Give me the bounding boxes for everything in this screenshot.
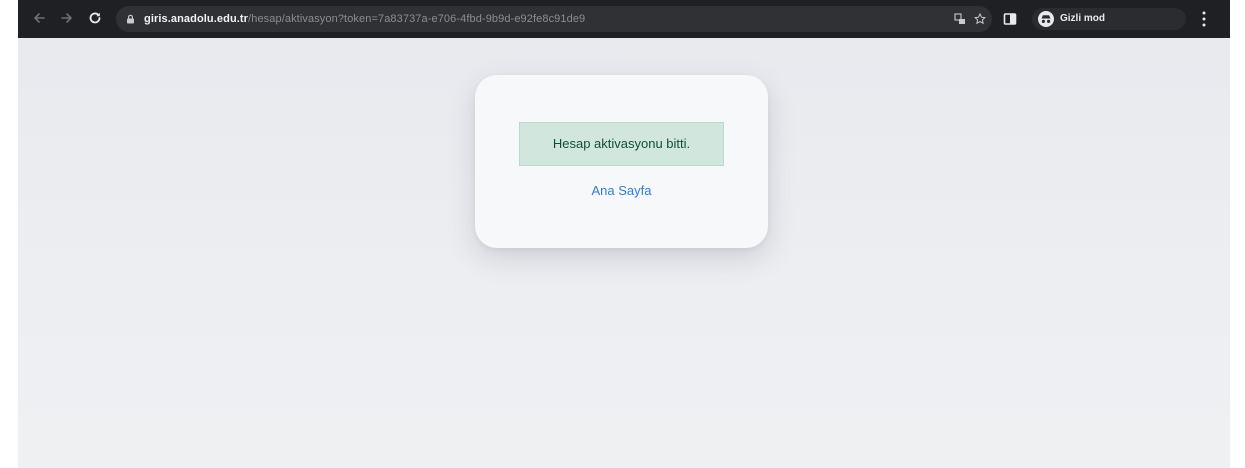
star-icon[interactable]	[974, 13, 986, 25]
side-panel-icon[interactable]	[1003, 12, 1017, 26]
reload-button[interactable]	[86, 9, 104, 27]
success-alert: Hesap aktivasyonu bitti.	[519, 122, 724, 166]
arrow-right-icon	[61, 13, 72, 23]
address-bar[interactable]: giris.anadolu.edu.tr/hesap/aktivasyon?to…	[116, 6, 992, 32]
browser-toolbar: giris.anadolu.edu.tr/hesap/aktivasyon?to…	[18, 0, 1230, 38]
arrow-left-icon	[34, 13, 45, 23]
incognito-profile-button[interactable]: Gizli mod	[1032, 8, 1186, 30]
url-host: giris.anadolu.edu.tr	[144, 13, 249, 25]
home-page-link[interactable]: Ana Sayfa	[475, 183, 768, 198]
url-text[interactable]: giris.anadolu.edu.tr/hesap/aktivasyon?to…	[144, 6, 585, 32]
lock-icon[interactable]	[126, 14, 135, 24]
incognito-icon	[1038, 11, 1054, 27]
more-vert-icon[interactable]	[1201, 10, 1207, 28]
back-button[interactable]	[30, 9, 48, 27]
reload-icon	[89, 12, 101, 24]
activation-card: Hesap aktivasyonu bitti. Ana Sayfa	[475, 75, 768, 248]
forward-button[interactable]	[58, 9, 76, 27]
browser-window: giris.anadolu.edu.tr/hesap/aktivasyon?to…	[18, 0, 1230, 468]
translate-icon[interactable]	[954, 13, 966, 25]
incognito-label: Gizli mod	[1060, 13, 1105, 24]
url-path: /hesap/aktivasyon?token=7a83737a-e706-4f…	[248, 13, 586, 25]
